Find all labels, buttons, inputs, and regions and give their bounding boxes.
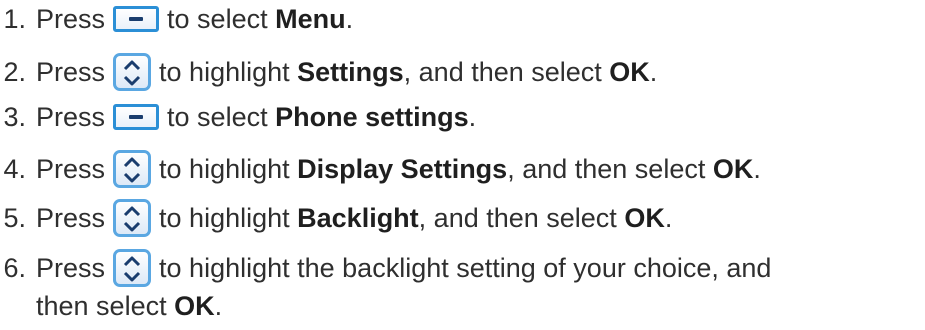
softkey-icon (113, 6, 160, 32)
ok-label: OK (712, 154, 754, 184)
press-label: Press (36, 57, 106, 87)
step-1: 1. Press to select Menu. (0, 2, 925, 36)
step-number: 5. (3, 203, 26, 233)
navigation-key-icon (113, 249, 152, 287)
step-text: to highlight the backlight setting of yo… (159, 253, 772, 283)
display-settings-label: Display Settings (297, 154, 508, 184)
ok-label: OK (609, 57, 650, 87)
backlight-label: Backlight (297, 203, 419, 233)
step-number: 4. (3, 154, 26, 184)
phone-settings-label: Phone settings (275, 102, 469, 132)
step-text-end: . (753, 154, 761, 184)
ok-label: OK (624, 203, 665, 233)
step-text: to select (167, 4, 276, 34)
step-3: 3. Press to select Phone settings. (0, 100, 925, 134)
step-text-mid: , and then select (418, 203, 625, 233)
step-text: to highlight (159, 57, 298, 87)
press-label: Press (36, 203, 106, 233)
step-text-end: . (345, 4, 354, 34)
step-6: 6. Press to highlight the backlight settin… (0, 249, 925, 287)
settings-label: Settings (297, 57, 404, 87)
menu-label: Menu (275, 4, 346, 34)
step-text-end: . (664, 203, 673, 233)
press-label: Press (36, 154, 106, 184)
press-label: Press (36, 102, 106, 132)
step-text: to highlight (159, 203, 298, 233)
ok-label: OK (174, 291, 215, 321)
navigation-key-icon (113, 150, 152, 188)
step-number: 6. (3, 253, 26, 283)
step-text: to highlight (159, 154, 298, 184)
step-text: then select (36, 291, 175, 321)
step-2: 2. Press to highlight Settings, and then s… (0, 53, 925, 91)
step-5: 5. Press to highlight Backlight, and then … (0, 199, 925, 237)
step-number: 3. (3, 102, 26, 132)
step-text-mid: , and then select (403, 57, 610, 87)
step-text-end: . (214, 291, 223, 321)
step-text: to select (167, 102, 276, 132)
step-number: 2. (3, 57, 26, 87)
step-text-end: . (649, 57, 658, 87)
step-4: 4. Press to highlight Display Settings, an… (0, 150, 925, 188)
navigation-key-icon (113, 199, 152, 237)
step-number: 1. (3, 4, 26, 34)
step-text-end: . (468, 102, 477, 132)
instruction-steps: 1. Press to select Menu. 2. Press to highlig… (0, 0, 925, 330)
step-6-continuation: then select OK. (36, 289, 222, 323)
press-label: Press (36, 4, 106, 34)
press-label: Press (36, 253, 106, 283)
step-text-mid: , and then select (507, 154, 713, 184)
navigation-key-icon (113, 53, 152, 91)
softkey-icon (113, 104, 160, 130)
